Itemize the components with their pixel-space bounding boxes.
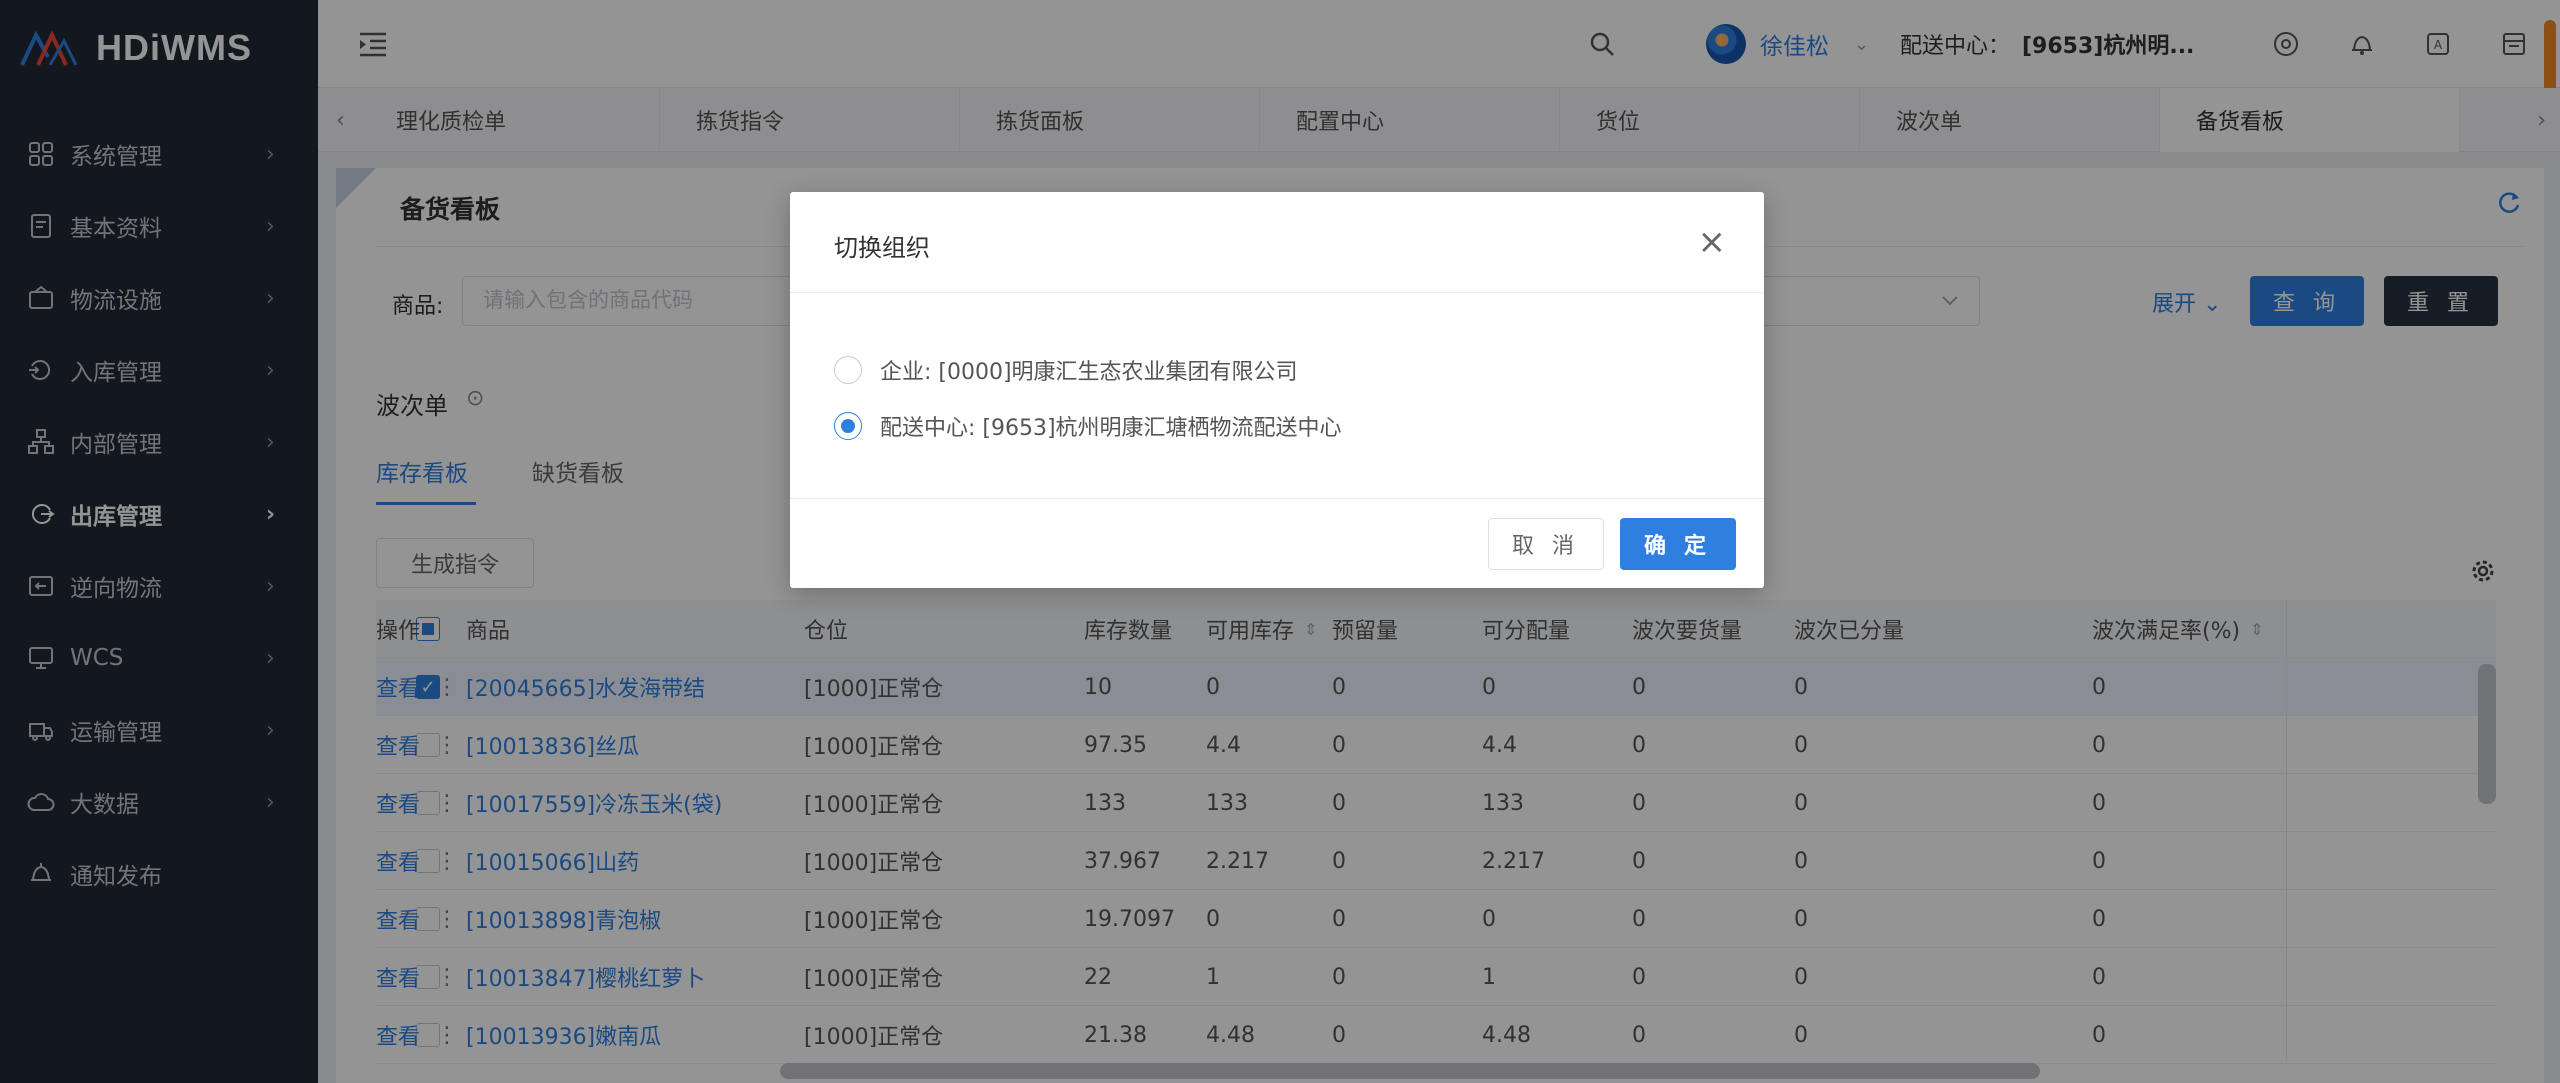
org-option[interactable]: 企业: [0000]明康汇生态农业集团有限公司 xyxy=(834,350,1298,390)
close-icon[interactable]: × xyxy=(1698,222,1727,262)
radio-button[interactable] xyxy=(834,412,862,440)
divider xyxy=(790,498,1764,499)
cancel-button[interactable]: 取 消 xyxy=(1488,518,1604,570)
org-option[interactable]: 配送中心: [9653]杭州明康汇塘栖物流配送中心 xyxy=(834,406,1342,446)
radio-button[interactable] xyxy=(834,356,862,384)
modal-title: 切换组织 xyxy=(834,234,930,262)
confirm-button[interactable]: 确 定 xyxy=(1620,518,1736,570)
org-option-label: 企业: [0000]明康汇生态农业集团有限公司 xyxy=(880,360,1298,385)
org-option-label: 配送中心: [9653]杭州明康汇塘栖物流配送中心 xyxy=(880,416,1342,441)
divider xyxy=(790,292,1764,293)
switch-org-modal: 切换组织 × 企业: [0000]明康汇生态农业集团有限公司配送中心: [965… xyxy=(790,192,1764,588)
